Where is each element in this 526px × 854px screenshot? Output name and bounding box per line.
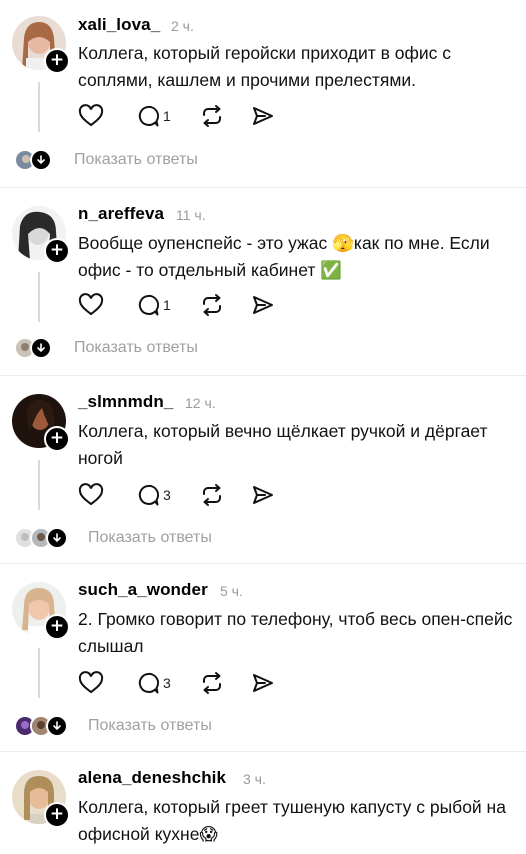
like-button[interactable] <box>78 483 104 507</box>
follow-plus-icon[interactable]: + <box>44 802 70 828</box>
like-button[interactable] <box>78 104 104 128</box>
show-replies-row[interactable]: Показать ответы <box>14 336 198 360</box>
like-button[interactable] <box>78 671 104 695</box>
comment-icon <box>138 484 160 506</box>
comment-icon <box>138 105 160 127</box>
reply-count: 3 <box>163 675 171 691</box>
follow-plus-icon[interactable]: + <box>44 426 70 452</box>
username[interactable]: xali_lova_ <box>78 15 160 35</box>
comment-text: 2. Громко говорит по телефону, чтоб весь… <box>78 609 513 656</box>
comment-text: Коллега, который греет тушеную капусту с… <box>78 797 506 844</box>
follow-plus-icon[interactable]: + <box>44 614 70 640</box>
action-bar: 3 <box>78 481 297 509</box>
comment-post: + such_a_wonder 5 ч. 2. Громко говорит п… <box>0 564 526 752</box>
like-button[interactable] <box>78 293 104 317</box>
show-replies-link[interactable]: Показать ответы <box>74 151 198 169</box>
avatar-wrap[interactable]: + <box>12 770 70 828</box>
comment-text: Вообще оупенспейс - это ужас 🫣как по мне… <box>78 233 490 280</box>
heart-icon <box>78 293 104 316</box>
action-bar: 1 <box>78 291 297 319</box>
avatar-wrap[interactable]: + <box>12 16 70 74</box>
arrow-down-icon <box>30 149 52 171</box>
timestamp: 5 ч. <box>220 583 243 599</box>
timestamp: 2 ч. <box>171 18 194 34</box>
share-button[interactable] <box>251 293 275 317</box>
reply-button[interactable]: 1 <box>136 104 171 128</box>
username[interactable]: alena_deneshchik <box>78 768 226 788</box>
arrow-down-icon <box>46 715 68 737</box>
timestamp: 11 ч. <box>176 207 206 223</box>
send-icon <box>252 296 273 314</box>
comment-post: + n_areffeva 11 ч. Вообще оупенспейс - э… <box>0 188 526 376</box>
heart-icon <box>78 104 104 127</box>
share-button[interactable] <box>251 104 275 128</box>
share-button[interactable] <box>251 671 275 695</box>
thread-line <box>38 272 40 322</box>
show-replies-link[interactable]: Показать ответы <box>74 339 198 357</box>
send-icon <box>252 107 273 125</box>
comment-icon <box>138 672 160 694</box>
repost-icon <box>202 105 221 127</box>
repost-button[interactable] <box>199 293 225 317</box>
avatar-wrap[interactable]: + <box>12 582 70 640</box>
show-replies-row[interactable]: Показать ответы <box>14 526 212 550</box>
timestamp: 3 ч. <box>243 771 266 787</box>
repost-icon <box>202 484 221 506</box>
repost-button[interactable] <box>199 671 225 695</box>
comment-text: Коллега, который вечно щёлкает ручкой и … <box>78 421 488 468</box>
thread-line <box>38 82 40 132</box>
timestamp: 12 ч. <box>185 395 216 411</box>
action-bar: 1 <box>78 102 297 130</box>
comment-text: Коллега, который геройски приходит в офи… <box>78 43 452 90</box>
repost-button[interactable] <box>199 483 225 507</box>
reply-count: 1 <box>163 108 171 124</box>
repost-icon <box>202 672 221 694</box>
arrow-down-icon <box>30 337 52 359</box>
username[interactable]: such_a_wonder <box>78 580 208 600</box>
share-button[interactable] <box>251 483 275 507</box>
action-bar: 3 <box>78 669 297 697</box>
show-replies-link[interactable]: Показать ответы <box>88 717 212 735</box>
show-replies-row[interactable]: Показать ответы <box>14 714 212 738</box>
username[interactable]: _slmnmdn_ <box>78 392 173 412</box>
reply-count: 1 <box>163 297 171 313</box>
comment-post: + alena_deneshchik 3 ч. Коллега, который… <box>0 752 526 854</box>
avatar-wrap[interactable]: + <box>12 394 70 452</box>
follow-plus-icon[interactable]: + <box>44 48 70 74</box>
comment-post: + _slmnmdn_ 12 ч. Коллега, который вечно… <box>0 376 526 564</box>
thread-line <box>38 460 40 510</box>
comment-icon <box>138 294 160 316</box>
show-replies-row[interactable]: Показать ответы <box>14 148 198 172</box>
thread-line <box>38 648 40 698</box>
comment-post: + xali_lova_ 2 ч. Коллега, который герой… <box>0 0 526 188</box>
reply-button[interactable]: 1 <box>136 293 171 317</box>
reply-button[interactable]: 3 <box>136 483 171 507</box>
reply-count: 3 <box>163 487 171 503</box>
follow-plus-icon[interactable]: + <box>44 238 70 264</box>
repost-icon <box>202 294 221 316</box>
send-icon <box>252 486 273 504</box>
arrow-down-icon <box>46 527 68 549</box>
send-icon <box>252 674 273 692</box>
show-replies-link[interactable]: Показать ответы <box>88 529 212 547</box>
heart-icon <box>78 483 104 506</box>
reply-button[interactable]: 3 <box>136 671 171 695</box>
username[interactable]: n_areffeva <box>78 204 164 224</box>
repost-button[interactable] <box>199 104 225 128</box>
comments-feed: + xali_lova_ 2 ч. Коллега, который герой… <box>0 0 526 854</box>
avatar-wrap[interactable]: + <box>12 206 70 264</box>
heart-icon <box>78 671 104 694</box>
